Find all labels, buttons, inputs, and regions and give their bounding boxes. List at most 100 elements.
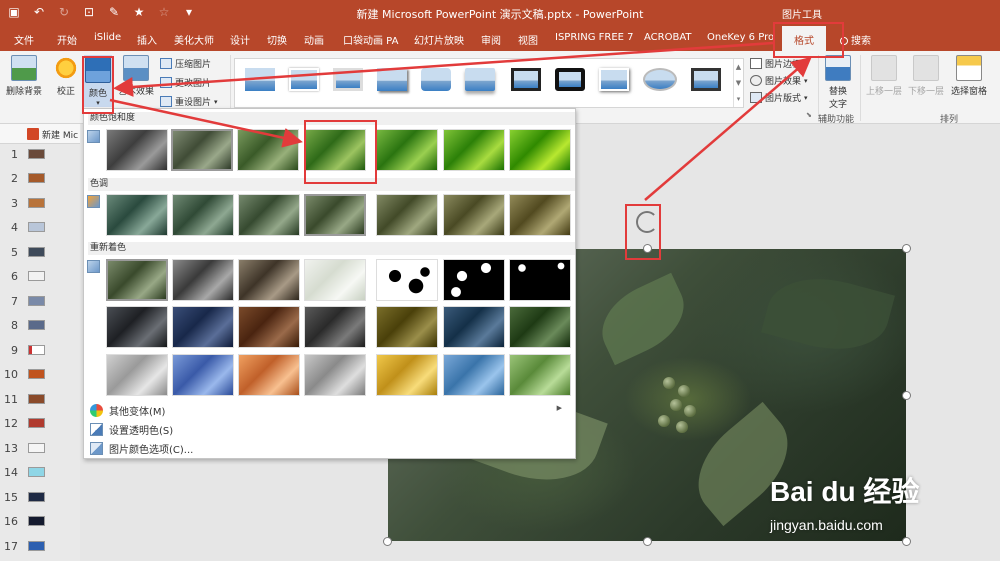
picture-style-thumb[interactable] <box>599 68 629 91</box>
recolor-option[interactable] <box>443 354 505 396</box>
compress-pictures-button[interactable]: 压缩图片 <box>160 57 211 70</box>
reset-picture-button[interactable]: 重设图片 ▾ <box>160 95 218 108</box>
slide-thumbnail[interactable]: 7 <box>0 291 80 313</box>
recolor-option[interactable] <box>106 259 168 301</box>
gallery-scrollbar[interactable]: ▲ ▼ ▾ <box>733 59 743 107</box>
tone-option[interactable] <box>172 194 234 236</box>
slide-thumbnail[interactable]: 6 <box>0 266 80 288</box>
tab-transitions[interactable]: 切换 <box>267 32 287 47</box>
picture-style-thumb[interactable] <box>377 68 407 91</box>
scroll-down-icon[interactable]: ▼ <box>734 75 743 91</box>
recolor-option[interactable] <box>376 354 438 396</box>
change-picture-button[interactable]: 更改图片 <box>160 76 211 89</box>
dialog-launcher-icon[interactable]: ⬊ <box>806 111 812 119</box>
recolor-option[interactable] <box>172 259 234 301</box>
picture-style-thumb[interactable] <box>511 68 541 91</box>
picture-style-thumb[interactable] <box>691 68 721 91</box>
saturation-option[interactable] <box>237 129 299 171</box>
recolor-option[interactable] <box>172 306 234 348</box>
recolor-option[interactable] <box>304 354 366 396</box>
tab-pocket-animation[interactable]: 口袋动画 PA <box>343 32 398 47</box>
recolor-option[interactable] <box>509 306 571 348</box>
picture-color-options-menu-item[interactable]: 图片颜色选项(C)... <box>90 439 570 457</box>
recolor-option[interactable] <box>106 306 168 348</box>
recolor-option[interactable] <box>304 259 366 301</box>
picture-style-thumb[interactable] <box>643 68 677 91</box>
slide-thumbnail[interactable]: 5 <box>0 242 80 264</box>
slide-thumbnail[interactable]: 11 <box>0 389 80 411</box>
resize-handle[interactable] <box>902 391 911 400</box>
tab-search[interactable]: 搜索 <box>840 32 871 47</box>
saturation-option[interactable] <box>443 129 505 171</box>
slide-thumbnail[interactable]: 1 <box>0 144 80 166</box>
tab-file[interactable]: 文件 <box>14 32 34 47</box>
picture-style-thumb[interactable] <box>555 68 585 91</box>
selection-pane-button[interactable]: 选择窗格 <box>948 55 990 97</box>
recolor-option[interactable] <box>304 306 366 348</box>
more-variants-menu-item[interactable]: 其他变体(M) ▶ <box>90 401 570 419</box>
tab-animations[interactable]: 动画 <box>304 32 324 47</box>
tab-home[interactable]: 开始 <box>57 32 77 47</box>
tab-beautify[interactable]: 美化大师 <box>174 32 214 47</box>
corrections-button[interactable]: 校正 <box>53 55 79 97</box>
set-transparent-color-menu-item[interactable]: 设置透明色(S) <box>90 420 570 438</box>
recolor-option[interactable] <box>509 354 571 396</box>
resize-handle[interactable] <box>902 244 911 253</box>
slide-thumbnail[interactable]: 13 <box>0 438 80 460</box>
slide-thumbnail[interactable]: 8 <box>0 315 80 337</box>
picture-style-thumb[interactable] <box>289 68 319 91</box>
slide-thumbnail[interactable]: 16 <box>0 511 80 533</box>
tone-option[interactable] <box>106 194 168 236</box>
scroll-up-icon[interactable]: ▲ <box>734 59 743 75</box>
slide-thumbnail[interactable]: 4 <box>0 217 80 239</box>
recolor-option[interactable] <box>443 259 505 301</box>
tab-ispring[interactable]: ISPRING FREE 7 <box>555 32 634 43</box>
tab-view[interactable]: 视图 <box>518 32 538 47</box>
alt-text-button[interactable]: 替换 文字 <box>824 55 852 110</box>
picture-layout-button[interactable]: 图片版式 ▾ <box>750 91 808 104</box>
recolor-option[interactable] <box>376 259 438 301</box>
tab-insert[interactable]: 插入 <box>137 32 157 47</box>
recolor-option[interactable] <box>376 306 438 348</box>
recolor-option[interactable] <box>172 354 234 396</box>
slide-thumbnail[interactable]: 14 <box>0 462 80 484</box>
recolor-option[interactable] <box>443 306 505 348</box>
recolor-option[interactable] <box>238 354 300 396</box>
resize-handle[interactable] <box>643 537 652 546</box>
bring-forward-button[interactable]: 上移一层 <box>864 55 904 97</box>
artistic-effects-button[interactable]: 艺术效果 <box>118 55 154 97</box>
tab-onekey[interactable]: OneKey 6 Pro <box>707 32 774 43</box>
slide-thumbnail[interactable]: 3 <box>0 193 80 215</box>
saturation-option[interactable] <box>509 129 571 171</box>
tone-option[interactable] <box>376 194 438 236</box>
slide-thumbnail[interactable]: 9 <box>0 340 80 362</box>
resize-handle[interactable] <box>383 537 392 546</box>
slide-thumbnail[interactable]: 17 <box>0 536 80 558</box>
tab-islide[interactable]: iSlide <box>94 32 121 43</box>
recolor-option[interactable] <box>238 306 300 348</box>
tone-option[interactable] <box>443 194 505 236</box>
tone-option[interactable] <box>238 194 300 236</box>
send-backward-button[interactable]: 下移一层 <box>906 55 946 97</box>
saturation-option[interactable] <box>376 129 438 171</box>
tab-slideshow[interactable]: 幻灯片放映 <box>414 32 464 47</box>
resize-handle[interactable] <box>902 537 911 546</box>
picture-style-thumb[interactable] <box>245 68 275 91</box>
gallery-more-icon[interactable]: ▾ <box>734 91 743 107</box>
slide-thumbnail[interactable]: 10 <box>0 364 80 386</box>
recolor-option[interactable] <box>509 259 571 301</box>
tone-option[interactable] <box>509 194 571 236</box>
slide-thumbnail[interactable]: 15 <box>0 487 80 509</box>
saturation-option[interactable] <box>106 129 168 171</box>
tone-option[interactable] <box>304 194 366 236</box>
recolor-option[interactable] <box>106 354 168 396</box>
slide-thumbnail[interactable]: 12 <box>0 413 80 435</box>
picture-style-thumb[interactable] <box>465 68 495 91</box>
tab-design[interactable]: 设计 <box>230 32 250 47</box>
picture-effects-button[interactable]: 图片效果 ▾ <box>750 74 808 87</box>
picture-style-thumb[interactable] <box>333 68 363 91</box>
tab-acrobat[interactable]: ACROBAT <box>644 32 692 43</box>
remove-background-button[interactable]: 删除背景 <box>4 55 44 97</box>
saturation-option[interactable] <box>171 129 233 171</box>
tab-review[interactable]: 审阅 <box>481 32 501 47</box>
